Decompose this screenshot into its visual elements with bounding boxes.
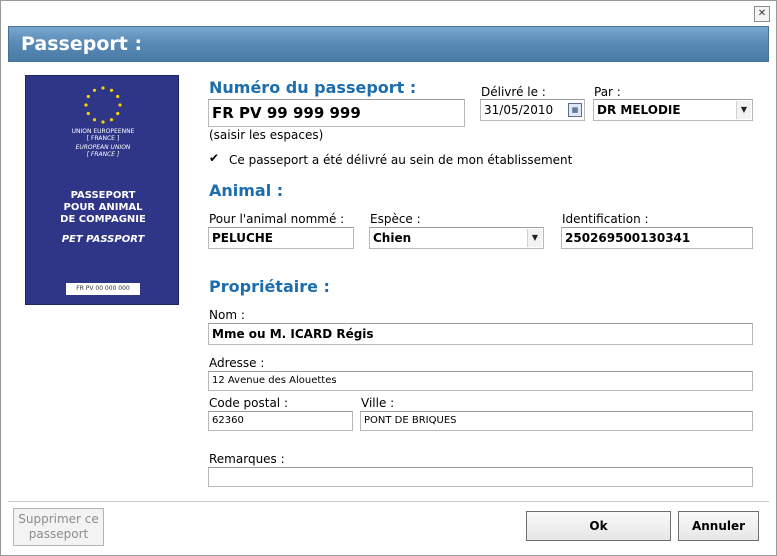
delete-button-label-line1: Supprimer ce [18, 512, 99, 526]
issued-date-value: 31/05/2010 [484, 103, 554, 117]
delete-passport-button[interactable]: Supprimer ce passeport [13, 508, 104, 546]
chevron-down-icon[interactable]: ▼ [736, 101, 751, 119]
passport-title-en: PET PASSPORT [61, 234, 145, 245]
dialog-title: Passeport : [21, 33, 143, 55]
passport-union-en-country: [ FRANCE ] [86, 151, 120, 158]
identification-label: Identification : [562, 212, 649, 226]
remarks-label: Remarques : [209, 452, 285, 466]
issued-date-field[interactable]: 31/05/2010 ▦ [480, 99, 585, 121]
species-select[interactable]: Chien ▼ [369, 227, 544, 249]
animal-name-label: Pour l'animal nommé : [209, 212, 345, 226]
city-input[interactable]: PONT DE BRIQUES [360, 411, 753, 431]
passport-section-title: Numéro du passeport : [209, 78, 417, 97]
species-value: Chien [373, 231, 412, 245]
issued-by-value: DR MELODIE [597, 103, 681, 117]
owner-section-title: Propriétaire : [209, 277, 330, 296]
city-label: Ville : [361, 396, 395, 410]
address-label: Adresse : [209, 356, 265, 370]
eu-stars-icon [84, 86, 122, 124]
passport-cover-image: UNION EUROPEENNE [ FRANCE ] EUROPEAN UNI… [25, 75, 179, 305]
close-button[interactable]: ✕ [754, 6, 770, 22]
calendar-icon[interactable]: ▦ [568, 103, 582, 117]
animal-name-input[interactable]: PELUCHE [208, 227, 354, 249]
delete-button-label-line2: passeport [28, 527, 89, 541]
passport-number-box: FR PV 00 000 000 [66, 283, 140, 295]
title-bar: Passeport : [8, 26, 769, 62]
animal-section-title: Animal : [209, 181, 284, 200]
issued-here-checkbox[interactable]: ✔ [209, 151, 221, 165]
passport-title-3: DE COMPAGNIE [60, 214, 146, 225]
issued-by-select[interactable]: DR MELODIE ▼ [593, 99, 753, 121]
passport-number-hint: (saisir les espaces) [209, 128, 324, 142]
passport-union-en: EUROPEAN UNION [75, 144, 131, 151]
cancel-button[interactable]: Annuler [678, 511, 759, 541]
passport-title-1: PASSEPORT [70, 190, 136, 201]
passport-number-input[interactable]: FR PV 99 999 999 [208, 99, 465, 127]
ok-button[interactable]: Ok [526, 511, 671, 541]
dialog-window: ✕ Passeport : UNION EUROPEENNE [ FRANCE [0, 0, 777, 556]
passport-union-fr: UNION EUROPEENNE [71, 128, 135, 135]
species-label: Espèce : [370, 212, 421, 226]
issued-by-label: Par : [594, 85, 621, 99]
issued-here-label: Ce passeport a été délivré au sein de mo… [229, 153, 573, 167]
close-icon: ✕ [757, 8, 767, 19]
checkmark-icon: ✔ [209, 151, 220, 165]
passport-union-fr-country: [ FRANCE ] [86, 135, 120, 142]
owner-name-label: Nom : [209, 308, 245, 322]
postal-code-label: Code postal : [209, 396, 288, 410]
remarks-input[interactable] [208, 467, 753, 487]
owner-name-input[interactable]: Mme ou M. ICARD Régis [208, 323, 753, 345]
issued-date-label: Délivré le : [481, 85, 546, 99]
passport-title-2: POUR ANIMAL [63, 202, 143, 213]
identification-input[interactable]: 250269500130341 [561, 227, 753, 249]
chevron-down-icon[interactable]: ▼ [527, 229, 542, 247]
footer-separator [8, 501, 769, 502]
address-input[interactable]: 12 Avenue des Alouettes [208, 371, 753, 391]
postal-code-input[interactable]: 62360 [208, 411, 353, 431]
